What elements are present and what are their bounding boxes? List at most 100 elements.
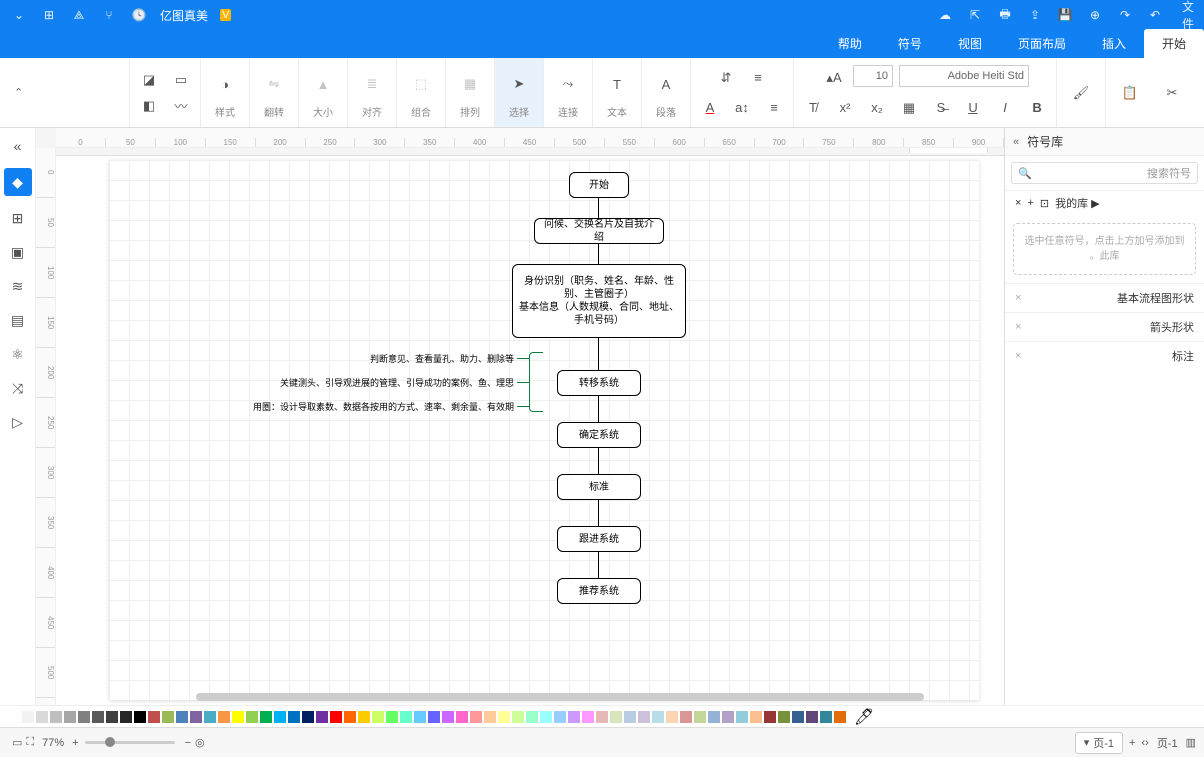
- paste-icon[interactable]: 📋: [1112, 75, 1148, 111]
- color-swatch[interactable]: [694, 711, 706, 723]
- fit-width-icon[interactable]: ▭: [12, 736, 22, 749]
- color-swatch[interactable]: [652, 711, 664, 723]
- text-box-icon[interactable]: T: [599, 66, 635, 102]
- shapes-tool-icon[interactable]: ◆: [4, 168, 32, 196]
- color-swatch[interactable]: [162, 711, 174, 723]
- color-swatch[interactable]: [344, 711, 356, 723]
- dropdown-icon[interactable]: ⌄: [10, 6, 28, 24]
- grow-font-icon[interactable]: A▴: [821, 65, 847, 91]
- color-swatch[interactable]: [176, 711, 188, 723]
- strike-icon[interactable]: S̶: [928, 95, 954, 121]
- color-swatch[interactable]: [246, 711, 258, 723]
- tab-start[interactable]: 开始: [1144, 29, 1204, 58]
- tab-view[interactable]: 视图: [940, 29, 1000, 58]
- close-icon[interactable]: ×: [1015, 321, 1021, 333]
- cloud-icon[interactable]: ☁: [936, 6, 954, 24]
- align-left-icon[interactable]: ≡: [761, 95, 787, 121]
- font-size-select[interactable]: 10: [853, 65, 893, 87]
- layout-view-icon[interactable]: ▥: [1186, 736, 1196, 749]
- file-menu[interactable]: 文件: [1176, 6, 1194, 24]
- eyedropper-icon[interactable]: 🖊: [854, 707, 874, 727]
- color-swatch[interactable]: [106, 711, 118, 723]
- align-icon[interactable]: ≣: [354, 66, 390, 102]
- connector-icon[interactable]: ⤳: [550, 66, 586, 102]
- color-swatch[interactable]: [428, 711, 440, 723]
- connector[interactable]: [598, 448, 599, 474]
- molecule-tool-icon[interactable]: ⚛: [6, 342, 30, 366]
- lib-item-arrows[interactable]: 箭头形状×: [1005, 312, 1204, 341]
- italic-icon[interactable]: I: [992, 95, 1018, 121]
- plus-icon[interactable]: +: [1027, 197, 1033, 209]
- lib-item-callout[interactable]: 标注×: [1005, 341, 1204, 370]
- mylib-label[interactable]: ▶ 我的库: [1055, 195, 1100, 211]
- color-swatch[interactable]: [232, 711, 244, 723]
- flip-icon[interactable]: ⇋: [256, 66, 292, 102]
- collapse-left-icon[interactable]: «: [6, 134, 30, 158]
- pointer-icon[interactable]: ⟁: [70, 6, 88, 24]
- color-swatch[interactable]: [582, 711, 594, 723]
- fit-page-icon[interactable]: ⛶: [26, 736, 34, 749]
- color-swatch[interactable]: [92, 711, 104, 723]
- color-swatch[interactable]: [372, 711, 384, 723]
- line-height-icon[interactable]: ↕a: [729, 95, 755, 121]
- size-icon[interactable]: ▲: [305, 66, 341, 102]
- color-swatch[interactable]: [134, 711, 146, 723]
- color-swatch[interactable]: [50, 711, 62, 723]
- flow-node-6[interactable]: 标准: [557, 474, 641, 500]
- color-swatch[interactable]: [568, 711, 580, 723]
- close-lib-icon[interactable]: ×: [1015, 197, 1021, 209]
- prev-page-icon[interactable]: ‹: [1145, 737, 1149, 749]
- style-icon[interactable]: ◑: [207, 66, 243, 102]
- color-swatch[interactable]: [666, 711, 678, 723]
- add-lib-icon[interactable]: ⊡: [1040, 197, 1049, 210]
- layers-tool-icon[interactable]: ≋: [6, 274, 30, 298]
- color-swatch[interactable]: [540, 711, 552, 723]
- line-style-icon[interactable]: 〰: [168, 93, 194, 119]
- color-swatch[interactable]: [624, 711, 636, 723]
- lib-item-flowchart[interactable]: 基本流程图形状×: [1005, 283, 1204, 312]
- add-icon[interactable]: ⊕: [1086, 6, 1104, 24]
- color-swatch[interactable]: [638, 711, 650, 723]
- tab-symbol[interactable]: 符号: [880, 29, 940, 58]
- zoom-out-icon[interactable]: −: [185, 737, 191, 749]
- superscript-icon[interactable]: x²: [832, 95, 858, 121]
- color-swatch[interactable]: [778, 711, 790, 723]
- close-icon[interactable]: ×: [1015, 350, 1021, 362]
- next-page-icon[interactable]: ›: [1141, 737, 1145, 749]
- connector[interactable]: [598, 244, 599, 264]
- flow-node-start[interactable]: 开始: [569, 172, 629, 198]
- color-swatch[interactable]: [512, 711, 524, 723]
- color-swatch[interactable]: [764, 711, 776, 723]
- color-swatch[interactable]: [750, 711, 762, 723]
- color-swatch[interactable]: [148, 711, 160, 723]
- app-menu-icon[interactable]: ⊞: [40, 6, 58, 24]
- group-icon[interactable]: ⬚: [403, 66, 439, 102]
- theme-icon[interactable]: ◧: [136, 93, 162, 119]
- color-swatch[interactable]: [526, 711, 538, 723]
- tab-layout[interactable]: 页面布局: [1000, 29, 1084, 58]
- color-swatch[interactable]: [400, 711, 412, 723]
- zoom-slider[interactable]: [85, 741, 175, 744]
- text-tool-icon[interactable]: A: [648, 66, 684, 102]
- image-tool-icon[interactable]: ▣: [6, 240, 30, 264]
- color-swatch[interactable]: [330, 711, 342, 723]
- connector[interactable]: [598, 552, 599, 578]
- color-swatch[interactable]: [8, 711, 20, 723]
- flow-node-4[interactable]: 转移系统: [557, 370, 641, 396]
- format-painter-icon[interactable]: 🖌: [1063, 75, 1099, 111]
- color-swatch[interactable]: [708, 711, 720, 723]
- annotation-2[interactable]: 关键测头、引导观进展的管理、引导成功的案例、鱼、理思: [224, 376, 514, 389]
- color-swatch[interactable]: [218, 711, 230, 723]
- collapse-ribbon-icon[interactable]: ⌃: [8, 86, 29, 99]
- color-swatch[interactable]: [722, 711, 734, 723]
- flow-node-5[interactable]: 确定系统: [557, 422, 641, 448]
- highlight-icon[interactable]: ▦: [896, 95, 922, 121]
- color-swatch[interactable]: [680, 711, 692, 723]
- color-swatch[interactable]: [386, 711, 398, 723]
- cut-icon[interactable]: ✂: [1154, 75, 1190, 111]
- shuffle-tool-icon[interactable]: ⤨: [6, 376, 30, 400]
- close-icon[interactable]: ×: [1015, 292, 1021, 304]
- scrollbar-h[interactable]: [196, 693, 924, 701]
- zoom-fit-icon[interactable]: ◎: [195, 736, 205, 749]
- branch-icon[interactable]: ⑂: [100, 6, 118, 24]
